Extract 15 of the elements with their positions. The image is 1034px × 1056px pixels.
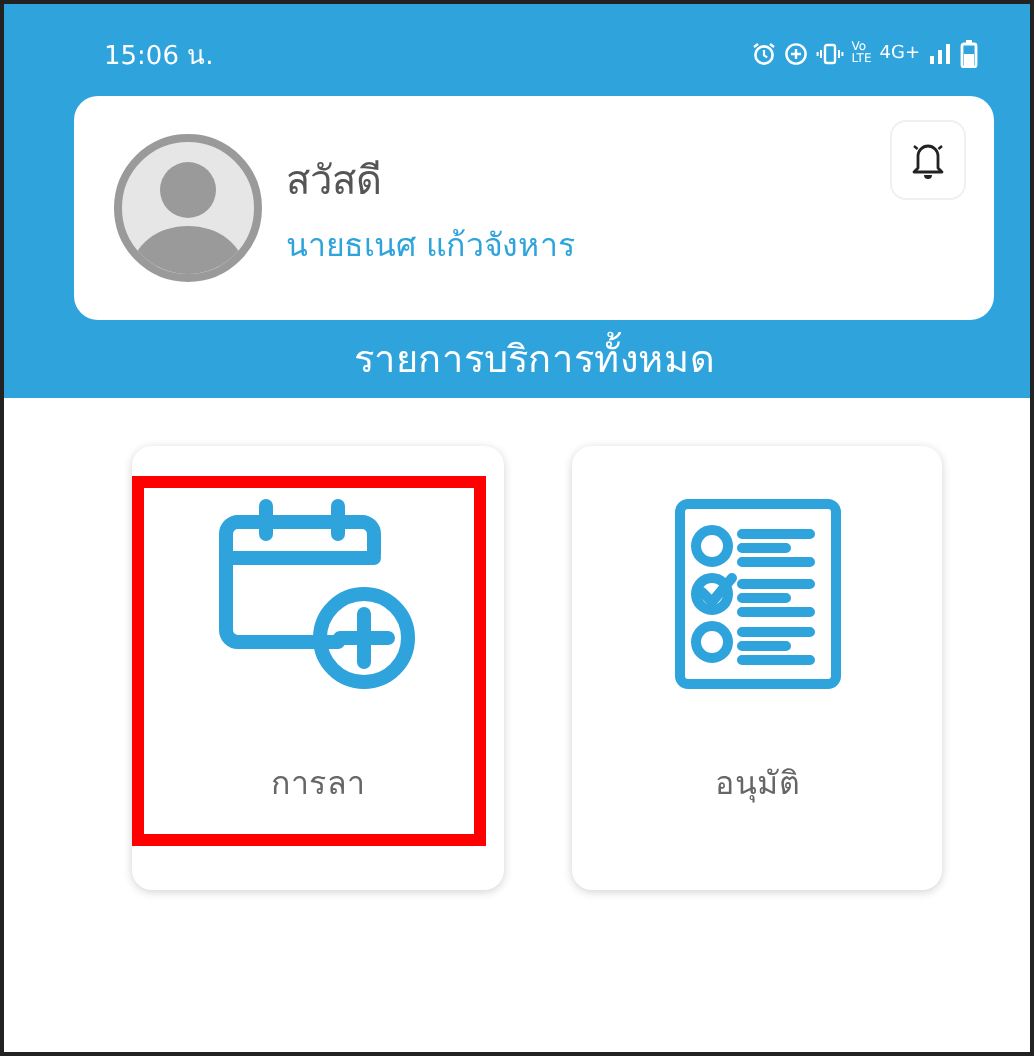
- service-tile[interactable]: อนุมัติ: [572, 445, 942, 890]
- user-name: นายธเนศ แก้วจังหาร: [286, 223, 577, 267]
- greeting-text: สวัสดี: [286, 153, 384, 207]
- status-time: 15:06 น.: [104, 39, 214, 75]
- service-tile[interactable]: การลา: [132, 445, 504, 890]
- vibrate-icon: [815, 42, 844, 66]
- section-title: รายการบริการทั้งหมด: [74, 336, 994, 386]
- checklist-icon: [673, 497, 841, 690]
- network-label: 4G+: [879, 44, 920, 64]
- signal-icon: [928, 42, 952, 66]
- battery-icon: [960, 40, 978, 68]
- alarm-icon: [751, 42, 776, 66]
- notification-button[interactable]: [890, 120, 966, 200]
- avatar-icon: [114, 134, 262, 282]
- plus-circle-icon: [783, 42, 808, 66]
